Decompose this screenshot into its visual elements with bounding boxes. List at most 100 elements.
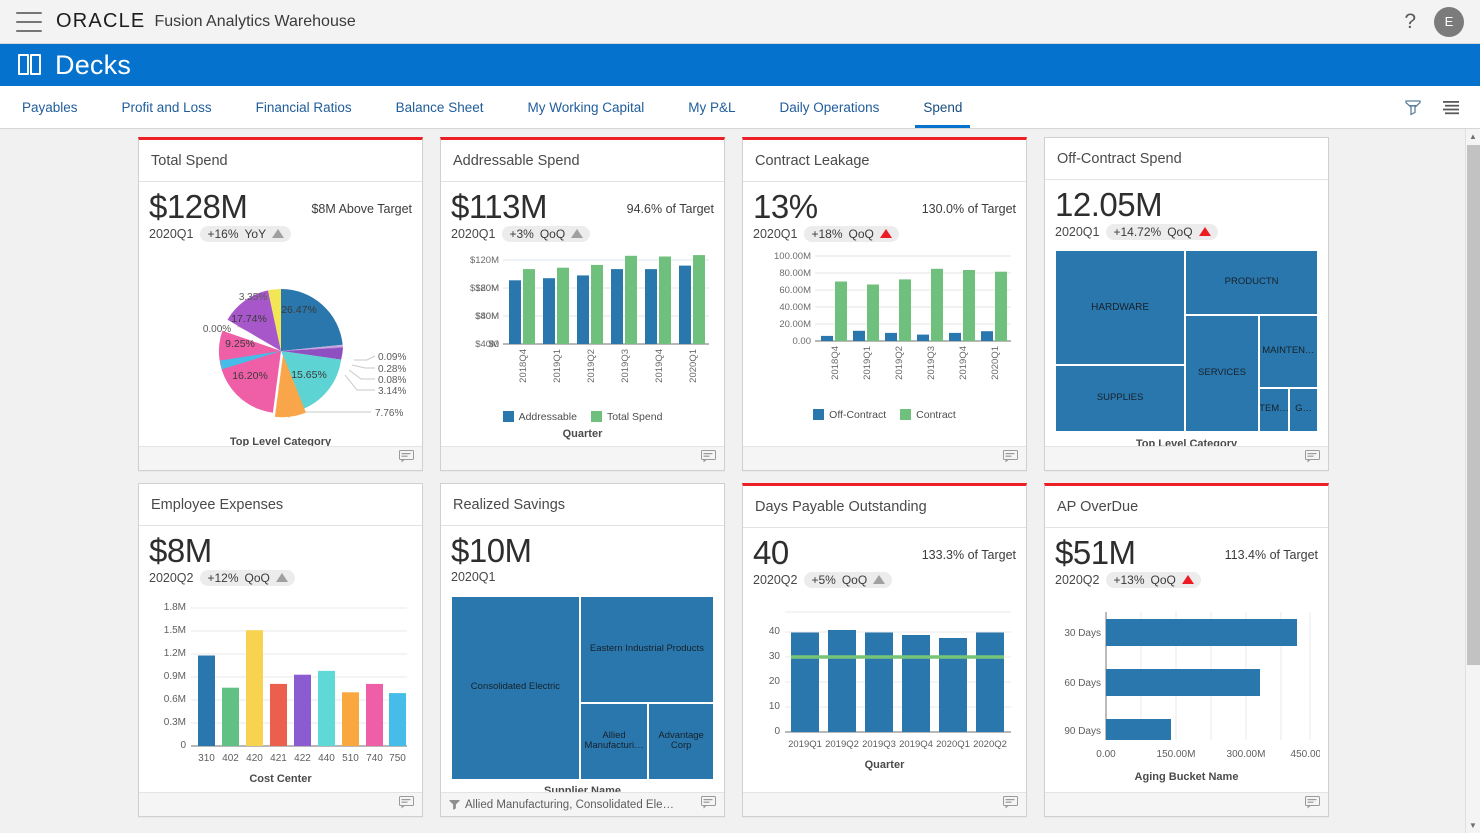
legend-label: Off-Contract — [829, 409, 886, 421]
y-tick-label: 20.00M — [779, 319, 811, 330]
tab-payables[interactable]: Payables — [0, 86, 100, 128]
treemap-cell[interactable]: MAINTEN… — [1259, 315, 1318, 388]
treemap-cell[interactable]: HARDWARE — [1055, 250, 1185, 366]
kpi-delta-chip: +12% QoQ — [200, 570, 294, 586]
svg-text:510: 510 — [342, 753, 359, 764]
y-category-label: 30 Days — [1064, 628, 1101, 639]
oracle-logo: ORACLE — [56, 10, 145, 33]
card-header: AP OverDue — [1045, 486, 1328, 528]
grouped-bar-chart[interactable]: $120M $80M $40M $0 — [451, 248, 714, 440]
card-realized-savings[interactable]: Realized Savings $10M 2020Q1 Consolidate… — [440, 483, 725, 817]
legend-item[interactable]: Total Spend — [591, 411, 662, 423]
kpi-delta-chip: +14.72% QoQ — [1106, 224, 1217, 240]
comment-icon[interactable] — [399, 796, 414, 814]
footer-filter-text: Allied Manufacturing, Consolidated Ele… — [465, 799, 701, 811]
vertical-scrollbar[interactable]: ▲ ▼ — [1465, 129, 1480, 833]
chart-axis-label: Quarter — [451, 428, 714, 440]
card-ap-overdue[interactable]: AP OverDue $51M 2020Q2 +13% QoQ — [1044, 483, 1329, 817]
page-title: Decks — [55, 50, 131, 81]
tab-profit-and-loss[interactable]: Profit and Loss — [100, 86, 234, 128]
treemap-cell[interactable]: TEM… — [1259, 388, 1289, 432]
x-tick-label: 450.00M — [1291, 749, 1320, 760]
kpi-delta-chip: +18% QoQ — [804, 226, 898, 242]
comment-icon[interactable] — [701, 450, 716, 468]
y-tick-label: 80.00M — [779, 268, 811, 279]
kpi-block: $8M 2020Q2 +12% QoQ — [149, 534, 412, 586]
column-chart[interactable]: 310 402 420 421 422 440 510 740 750 1.8M — [149, 600, 412, 785]
kpi-period: 2020Q1 — [753, 227, 797, 241]
comment-icon[interactable] — [1305, 450, 1320, 468]
legend-item[interactable]: Contract — [900, 409, 956, 421]
card-title: Off-Contract Spend — [1057, 151, 1182, 167]
tab-daily-operations[interactable]: Daily Operations — [758, 86, 902, 128]
svg-text:2020Q2: 2020Q2 — [973, 739, 1007, 750]
card-days-payable-outstanding[interactable]: Days Payable Outstanding 40 2020Q2 +5% Q… — [742, 483, 1027, 817]
treemap-cell[interactable]: SUPPLIES — [1055, 365, 1185, 431]
comment-icon[interactable] — [1305, 796, 1320, 814]
trend-up-icon — [276, 573, 288, 582]
comment-icon[interactable] — [399, 450, 414, 468]
y-category-label: 90 Days — [1064, 726, 1101, 737]
svg-text:3.35%: 3.35% — [239, 292, 267, 303]
y-tick-label: $120M — [470, 255, 499, 266]
treemap-cell[interactable]: Consolidated Electric — [451, 596, 580, 780]
scrollbar-thumb[interactable] — [1467, 145, 1480, 665]
card-footer: Allied Manufacturing, Consolidated Ele… — [441, 792, 724, 816]
question-mark-icon[interactable]: ? — [1404, 11, 1416, 32]
y-category-label: 60 Days — [1064, 678, 1101, 689]
scroll-down-arrow[interactable]: ▼ — [1466, 818, 1480, 833]
legend-item[interactable]: Addressable — [503, 411, 577, 423]
treemap-cell[interactable]: Eastern Industrial Products — [580, 596, 714, 704]
card-footer — [139, 446, 422, 470]
filter-funnel-icon[interactable] — [449, 799, 460, 811]
treemap-chart[interactable]: HARDWARE SUPPLIES PRODUCTN SERVICES MAIN… — [1055, 250, 1318, 432]
column-chart-with-target[interactable]: 2019Q1 2019Q2 2019Q3 2019Q4 2020Q1 2020Q… — [753, 606, 1016, 771]
avatar[interactable]: E — [1434, 7, 1464, 37]
y-tick-label: $40M — [475, 311, 499, 322]
legend-item[interactable]: Off-Contract — [813, 409, 886, 421]
chart-axis-label: Top Level Category — [1055, 438, 1318, 446]
card-body: 13% 2020Q1 +18% QoQ 130.0% of Target — [743, 182, 1026, 446]
comment-icon[interactable] — [1003, 796, 1018, 814]
tab-bar: Payables Profit and Loss Financial Ratio… — [0, 86, 1480, 129]
legend-label: Total Spend — [607, 411, 662, 423]
filter-funnel-icon[interactable] — [1404, 98, 1422, 116]
tab-balance-sheet[interactable]: Balance Sheet — [374, 86, 506, 128]
pie-slice-label: 26.47% — [281, 304, 317, 316]
grouped-bar-chart[interactable]: 2018Q4 2019Q1 2019Q2 2019Q3 2019Q4 2020Q… — [753, 248, 1016, 421]
treemap-cell[interactable]: Allied Manufacturi… — [580, 703, 648, 779]
treemap-cell[interactable]: SERVICES — [1185, 315, 1259, 431]
tab-my-working-capital[interactable]: My Working Capital — [505, 86, 666, 128]
kpi-delta-label: QoQ — [1167, 225, 1192, 239]
kpi-block: 13% 2020Q1 +18% QoQ 130.0% of Target — [753, 190, 1016, 242]
card-employee-expenses[interactable]: Employee Expenses $8M 2020Q2 +12% QoQ — [138, 483, 423, 817]
comment-icon[interactable] — [701, 796, 716, 814]
comment-icon[interactable] — [1003, 450, 1018, 468]
y-tick-label: 0.00 — [793, 336, 812, 347]
kpi-target-text: $8M Above Target — [311, 190, 412, 216]
card-total-spend[interactable]: Total Spend $128M 2020Q1 +16% YoY — [138, 137, 423, 471]
kpi-block: $128M 2020Q1 +16% YoY $8M Above Target — [149, 190, 412, 242]
scroll-up-arrow[interactable]: ▲ — [1466, 129, 1480, 144]
card-off-contract-spend[interactable]: Off-Contract Spend 12.05M 2020Q1 +14.72%… — [1044, 137, 1329, 471]
svg-text:2020Q1: 2020Q1 — [688, 349, 699, 383]
tab-financial-ratios[interactable]: Financial Ratios — [234, 86, 374, 128]
tab-spend[interactable]: Spend — [901, 86, 984, 128]
treemap-cell[interactable]: Advantage Corp — [648, 703, 714, 779]
svg-text:2019Q3: 2019Q3 — [926, 346, 937, 380]
kpi-block: $113M 2020Q1 +3% QoQ 94.6% of Target — [451, 190, 714, 242]
treemap-cell[interactable]: PRODUCTN — [1185, 250, 1318, 316]
list-menu-icon[interactable] — [1442, 98, 1460, 116]
tab-my-pl[interactable]: My P&L — [666, 86, 757, 128]
card-addressable-spend[interactable]: Addressable Spend $113M 2020Q1 +3% QoQ — [440, 137, 725, 471]
treemap-cell[interactable]: G… — [1289, 388, 1318, 432]
card-contract-leakage[interactable]: Contract Leakage 13% 2020Q1 +18% QoQ — [742, 137, 1027, 471]
hamburger-icon[interactable] — [16, 12, 42, 32]
dashboard-content: Total Spend $128M 2020Q1 +16% YoY — [0, 129, 1480, 833]
treemap-chart[interactable]: Consolidated Electric Eastern Industrial… — [451, 596, 714, 780]
kpi-delta-label: QoQ — [1151, 573, 1176, 587]
horizontal-bar-chart[interactable]: 30 Days 60 Days 90 Days 0.00 150.00M 300… — [1055, 608, 1318, 783]
card-body: $10M 2020Q1 Consolidated Electric Easter… — [441, 526, 724, 792]
pie-chart[interactable]: 26.47% 3.35% 17.74% 0.00% 9.25% 16.20% 1… — [149, 248, 412, 446]
svg-text:740: 740 — [366, 753, 383, 764]
